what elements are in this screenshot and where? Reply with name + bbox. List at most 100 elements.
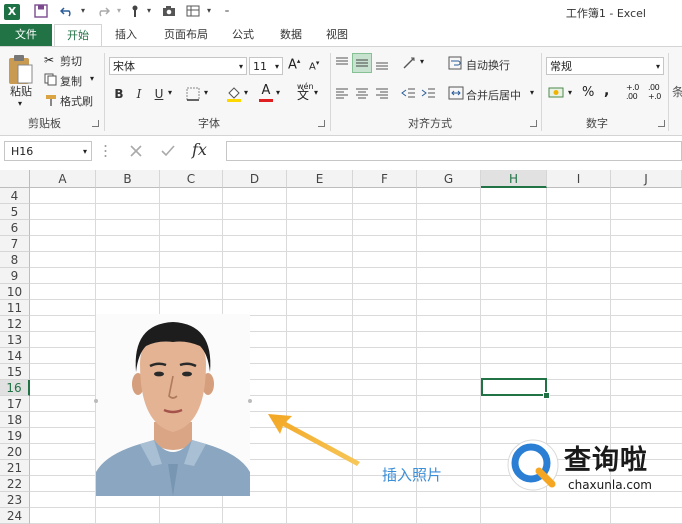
row-header-5[interactable]: 5 (0, 204, 30, 220)
phonetic-guide-button[interactable]: wén 文 (297, 83, 314, 102)
undo-icon[interactable] (59, 4, 74, 18)
row-header-21[interactable]: 21 (0, 460, 30, 476)
touch-mode-icon[interactable] (128, 4, 142, 18)
font-launcher-icon[interactable] (318, 120, 325, 127)
resize-handle-right[interactable] (248, 399, 252, 403)
fill-color-icon[interactable] (226, 85, 242, 103)
row-header-22[interactable]: 22 (0, 476, 30, 492)
accounting-format-icon[interactable] (548, 85, 566, 101)
column-header-b[interactable]: B (96, 170, 160, 188)
row-header-20[interactable]: 20 (0, 444, 30, 460)
align-center-icon[interactable] (354, 85, 370, 101)
orientation-icon[interactable] (402, 55, 418, 71)
row-header-11[interactable]: 11 (0, 300, 30, 316)
number-launcher-icon[interactable] (658, 120, 665, 127)
column-header-c[interactable]: C (160, 170, 223, 188)
underline-dropdown-icon[interactable]: ▾ (168, 88, 172, 97)
merge-dropdown-icon[interactable]: ▾ (530, 88, 534, 97)
number-format-select[interactable]: 常规 ▾ (546, 57, 664, 75)
underline-button[interactable]: U (150, 85, 168, 103)
form-dropdown-icon[interactable]: ▾ (202, 4, 216, 18)
paste-dropdown-icon[interactable]: ▾ (18, 99, 22, 108)
bold-button[interactable]: B (110, 85, 128, 103)
align-top-icon[interactable] (334, 55, 350, 71)
touch-dropdown-icon[interactable]: ▾ (142, 4, 156, 18)
customize-quick-access-icon[interactable]: ₌ (220, 4, 234, 18)
row-header-8[interactable]: 8 (0, 252, 30, 268)
insert-function-button[interactable]: fx (192, 140, 207, 159)
font-size-select[interactable]: 11 ▾ (249, 57, 283, 75)
copy-button[interactable]: 复制 (60, 73, 82, 89)
column-header-f[interactable]: F (353, 170, 417, 188)
row-header-24[interactable]: 24 (0, 508, 30, 524)
redo-icon[interactable] (96, 4, 111, 18)
font-name-select[interactable]: 宋体 ▾ (109, 57, 247, 75)
wrap-text-icon[interactable] (448, 55, 464, 71)
selected-cell[interactable] (481, 378, 547, 396)
column-header-g[interactable]: G (417, 170, 481, 188)
tab-formulas[interactable]: 公式 (226, 24, 260, 46)
increase-decimal-button[interactable]: +.0 .00 (626, 83, 644, 101)
clipboard-launcher-icon[interactable] (92, 120, 99, 127)
column-header-j[interactable]: J (611, 170, 682, 188)
column-header-d[interactable]: D (223, 170, 287, 188)
tab-data[interactable]: 数据 (274, 24, 308, 46)
align-bottom-icon[interactable] (374, 55, 390, 71)
fill-color-dropdown-icon[interactable]: ▾ (244, 88, 248, 97)
percent-button[interactable]: % (582, 85, 594, 100)
undo-dropdown-icon[interactable]: ▾ (76, 4, 90, 18)
format-painter-icon[interactable] (44, 93, 58, 107)
inserted-photo[interactable] (96, 314, 250, 496)
font-color-dropdown-icon[interactable]: ▾ (276, 88, 280, 97)
border-dropdown-icon[interactable]: ▾ (204, 88, 208, 97)
row-header-15[interactable]: 15 (0, 364, 30, 380)
copy-icon[interactable] (44, 73, 58, 87)
row-header-17[interactable]: 17 (0, 396, 30, 412)
row-header-16[interactable]: 16 (0, 380, 30, 396)
italic-button[interactable]: I (130, 85, 148, 103)
column-header-i[interactable]: I (547, 170, 611, 188)
row-header-10[interactable]: 10 (0, 284, 30, 300)
align-right-icon[interactable] (374, 85, 390, 101)
decrease-decimal-button[interactable]: .00 +.0 (648, 83, 666, 101)
row-header-9[interactable]: 9 (0, 268, 30, 284)
row-header-4[interactable]: 4 (0, 188, 30, 204)
shrink-font-button[interactable]: A▾ (309, 59, 319, 72)
name-box[interactable]: H16 ▾ (4, 141, 92, 161)
tab-insert[interactable]: 插入 (108, 24, 144, 46)
row-header-18[interactable]: 18 (0, 412, 30, 428)
alignment-launcher-icon[interactable] (530, 120, 537, 127)
tab-home[interactable]: 开始 (54, 24, 102, 47)
redo-dropdown-icon[interactable]: ▾ (112, 4, 126, 18)
comma-style-button[interactable]: , (604, 83, 609, 99)
worksheet[interactable]: A B C D E F G H I J 4 5 6 7 8 9 10 11 12 13 14 15 16 17 18 19 20 21… (0, 170, 682, 524)
merge-center-button[interactable]: 合并后居中 (466, 87, 521, 103)
scissors-icon[interactable]: ✂ (44, 53, 58, 67)
accounting-dropdown-icon[interactable]: ▾ (568, 88, 572, 97)
form-icon[interactable] (186, 4, 200, 18)
align-middle-icon[interactable] (352, 53, 372, 73)
row-header-7[interactable]: 7 (0, 236, 30, 252)
cancel-icon[interactable] (128, 143, 144, 159)
orientation-dropdown-icon[interactable]: ▾ (420, 57, 424, 66)
cut-button[interactable]: 剪切 (60, 53, 82, 69)
copy-dropdown-icon[interactable]: ▾ (90, 74, 94, 83)
paste-button[interactable]: 粘贴 (10, 83, 32, 99)
column-header-e[interactable]: E (287, 170, 353, 188)
tab-view[interactable]: 视图 (320, 24, 354, 46)
fill-handle[interactable] (543, 392, 550, 399)
row-header-6[interactable]: 6 (0, 220, 30, 236)
column-header-a[interactable]: A (30, 170, 96, 188)
formula-input[interactable] (226, 141, 682, 161)
grow-font-button[interactable]: A▴ (288, 57, 300, 72)
conditional-format-partial-icon[interactable]: 条 (672, 83, 682, 101)
align-left-icon[interactable] (334, 85, 350, 101)
resize-handle-left[interactable] (94, 399, 98, 403)
row-header-14[interactable]: 14 (0, 348, 30, 364)
column-header-h[interactable]: H (481, 170, 547, 188)
paste-icon[interactable] (6, 53, 36, 87)
tab-page-layout[interactable]: 页面布局 (156, 24, 216, 46)
decrease-indent-icon[interactable] (400, 85, 416, 101)
format-painter-button[interactable]: 格式刷 (60, 93, 93, 109)
phonetic-dropdown-icon[interactable]: ▾ (314, 88, 318, 97)
